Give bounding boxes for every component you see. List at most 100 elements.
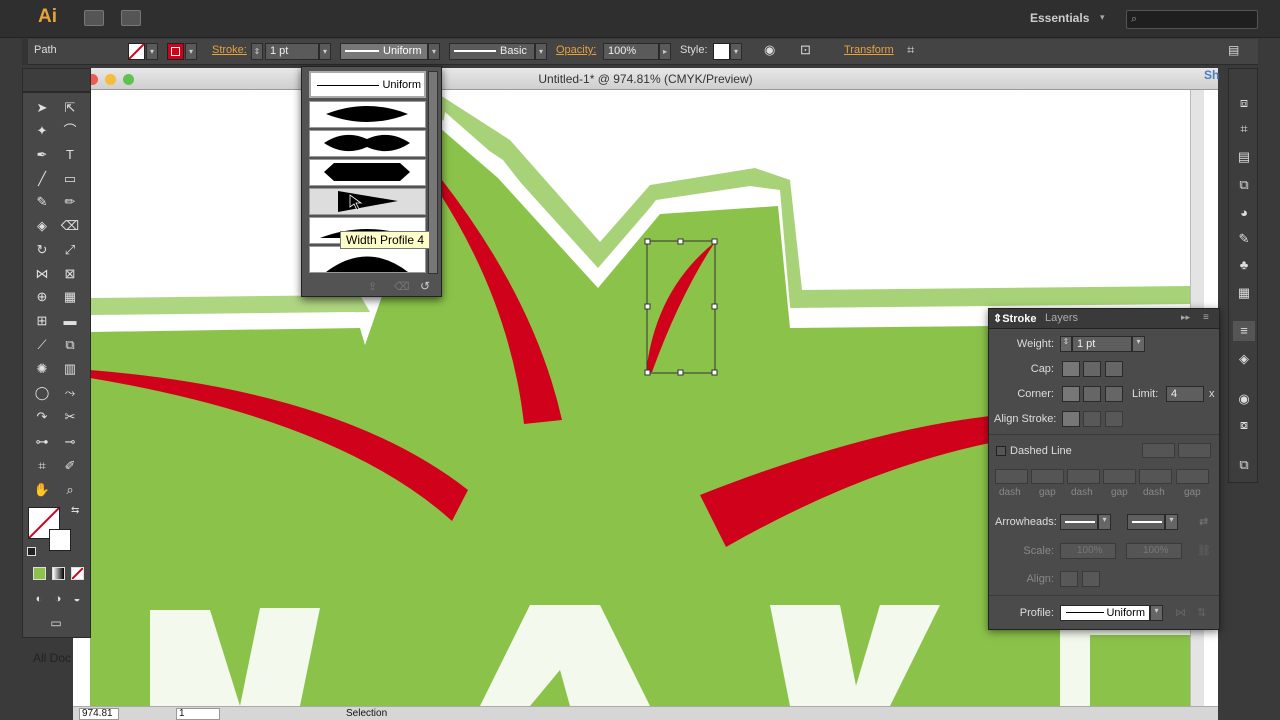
weight-dropdown[interactable]: ▾ [1132, 336, 1145, 352]
profile-select[interactable]: Uniform [1060, 605, 1150, 621]
flip-along-icon[interactable]: ⋈ [1175, 606, 1186, 619]
eraser-tool-icon[interactable]: ⌫ [59, 215, 81, 236]
recolor-artwork-icon[interactable]: ◉ [764, 42, 775, 58]
pencil-tool-icon[interactable]: ✏ [59, 191, 81, 212]
scale-tool-icon[interactable]: ⤢ [59, 239, 81, 260]
stroke-color-dropdown[interactable]: ▾ [185, 43, 197, 60]
symbol-sprayer-tool-icon[interactable]: ✺ [31, 358, 53, 379]
limit-field[interactable]: 4 [1166, 386, 1204, 402]
eye-tool-icon[interactable]: ⊶ [31, 431, 53, 452]
brushes-icon[interactable]: ✎ [1233, 229, 1255, 249]
tools-panel-header[interactable] [22, 68, 91, 92]
direct-selection-tool-icon[interactable]: ⇱ [59, 97, 81, 118]
variable-width-profile[interactable]: Uniform [340, 43, 428, 60]
align-outside-button[interactable] [1105, 411, 1123, 427]
align-icon[interactable]: ⊡ [800, 42, 811, 58]
transform-link[interactable]: Transform [844, 44, 894, 56]
gap-field-2[interactable] [1103, 469, 1136, 484]
round-join-button[interactable] [1083, 386, 1101, 402]
eyedropper-tool-icon[interactable]: ⟋ [31, 334, 53, 355]
color-guide-icon[interactable]: ⧈ [1233, 93, 1255, 113]
add-profile-icon[interactable]: ⇪ [368, 280, 377, 293]
reset-profiles-icon[interactable]: ↺ [420, 279, 430, 293]
arrow-extend-button[interactable] [1060, 571, 1078, 587]
profile-option-3[interactable] [309, 159, 426, 186]
align-inside-button[interactable] [1083, 411, 1101, 427]
style-dropdown[interactable]: ▾ [730, 43, 742, 60]
width-tool-icon[interactable]: ⋈ [31, 263, 53, 284]
opacity-field[interactable]: 100% [603, 43, 659, 60]
default-colors-icon[interactable] [27, 547, 36, 556]
artboards-icon[interactable]: ⌗ [1233, 119, 1255, 139]
line-tool-icon[interactable]: ╱ [31, 168, 53, 189]
rotate-tool-icon[interactable]: ↻ [31, 239, 53, 260]
artboard-tool-icon[interactable]: ◯ [31, 382, 53, 403]
arrow-place-button[interactable] [1082, 571, 1100, 587]
dashed-line-checkbox[interactable] [996, 446, 1006, 456]
transparency-icon[interactable]: ⧇ [1233, 415, 1255, 435]
preserve-dashes-button[interactable] [1142, 443, 1175, 458]
crop-artboard-tool-icon[interactable]: ⌗ [31, 455, 53, 476]
paintbrush-tool-icon[interactable]: ✎ [31, 191, 53, 212]
tab-stroke[interactable]: ⇕Stroke [993, 312, 1036, 325]
stroke-weight-dropdown[interactable]: ▾ [319, 43, 331, 60]
profile-option-uniform[interactable]: Uniform [309, 71, 426, 98]
zoom-window-button[interactable] [123, 74, 134, 85]
hand-tool-icon[interactable]: ✋ [31, 479, 53, 500]
measure-tool-icon[interactable]: ✐ [59, 455, 81, 476]
profile-option-6[interactable] [309, 246, 426, 273]
end-arrowhead-dropdown[interactable]: ▾ [1165, 514, 1178, 530]
bevel-join-button[interactable] [1105, 386, 1123, 402]
opacity-dropdown[interactable]: ▸ [659, 43, 671, 60]
brush-dropdown[interactable]: ▾ [535, 43, 547, 60]
color-mode-icon[interactable] [33, 567, 46, 580]
fill-dropdown[interactable]: ▾ [146, 43, 158, 60]
color-icon[interactable]: ◕ [1233, 203, 1255, 223]
opacity-link[interactable]: Opacity: [556, 44, 596, 56]
profile-select-dropdown[interactable]: ▾ [1150, 605, 1163, 621]
pen-tool-icon[interactable]: ✒ [31, 144, 53, 165]
blend-tool-icon[interactable]: ⧉ [59, 334, 81, 355]
collapse-panel-icon[interactable]: ▸▸ [1181, 312, 1190, 323]
swap-arrowheads-icon[interactable]: ⇄ [1199, 515, 1208, 528]
start-arrowhead-select[interactable] [1060, 514, 1098, 530]
miter-join-button[interactable] [1062, 386, 1080, 402]
gap-field-3[interactable] [1176, 469, 1209, 484]
document-info-icon[interactable]: ▤ [1233, 147, 1255, 167]
align-dashes-button[interactable] [1178, 443, 1211, 458]
delete-profile-icon[interactable]: ⌫ [394, 280, 410, 293]
stroke-icon[interactable]: ≡ [1233, 321, 1255, 341]
swatches-icon[interactable]: ▦ [1233, 283, 1255, 303]
align-center-button[interactable] [1062, 411, 1080, 427]
weight-field[interactable]: 1 pt [1072, 336, 1132, 352]
blob-brush-tool-icon[interactable]: ◈ [31, 215, 53, 236]
graphic-style-swatch[interactable] [713, 43, 730, 60]
stroke-swatch[interactable] [167, 43, 184, 60]
start-arrowhead-dropdown[interactable]: ▾ [1098, 514, 1111, 530]
scissors-tool-icon[interactable]: ✂ [59, 406, 81, 427]
dash-field-3[interactable] [1139, 469, 1172, 484]
knife-tool-icon[interactable]: ⊸ [59, 431, 81, 452]
shape-builder-tool-icon[interactable]: ⊕ [31, 286, 53, 307]
gradient-tool-icon[interactable]: ▬ [59, 310, 81, 331]
isolate-icon[interactable]: ⌗ [907, 42, 914, 58]
free-transform-tool-icon[interactable]: ⊠ [59, 263, 81, 284]
column-graph-tool-icon[interactable]: ▥ [59, 358, 81, 379]
symbols-icon[interactable]: ♣ [1233, 255, 1255, 275]
rectangle-tool-icon[interactable]: ▭ [59, 168, 81, 189]
dash-field-1[interactable] [995, 469, 1028, 484]
swap-colors-icon[interactable]: ⇆ [71, 505, 79, 516]
workspace-switcher[interactable]: Essentials [1030, 11, 1089, 25]
mesh-tool-icon[interactable]: ⊞ [31, 310, 53, 331]
weight-stepper[interactable]: ⇕ [1060, 336, 1072, 352]
slice-tool-icon[interactable]: ⤳ [59, 382, 81, 403]
fill-swatch[interactable] [128, 43, 145, 60]
zoom-level-field[interactable]: 974.81 [79, 708, 119, 720]
hand-rotate-tool-icon[interactable]: ↷ [31, 406, 53, 427]
none-mode-icon[interactable] [71, 567, 84, 580]
end-arrowhead-select[interactable] [1127, 514, 1165, 530]
gap-field-1[interactable] [1031, 469, 1064, 484]
gradient-mode-icon[interactable] [52, 567, 65, 580]
profile-option-4[interactable] [309, 188, 426, 215]
stroke-weight-field[interactable]: 1 pt [265, 43, 319, 60]
